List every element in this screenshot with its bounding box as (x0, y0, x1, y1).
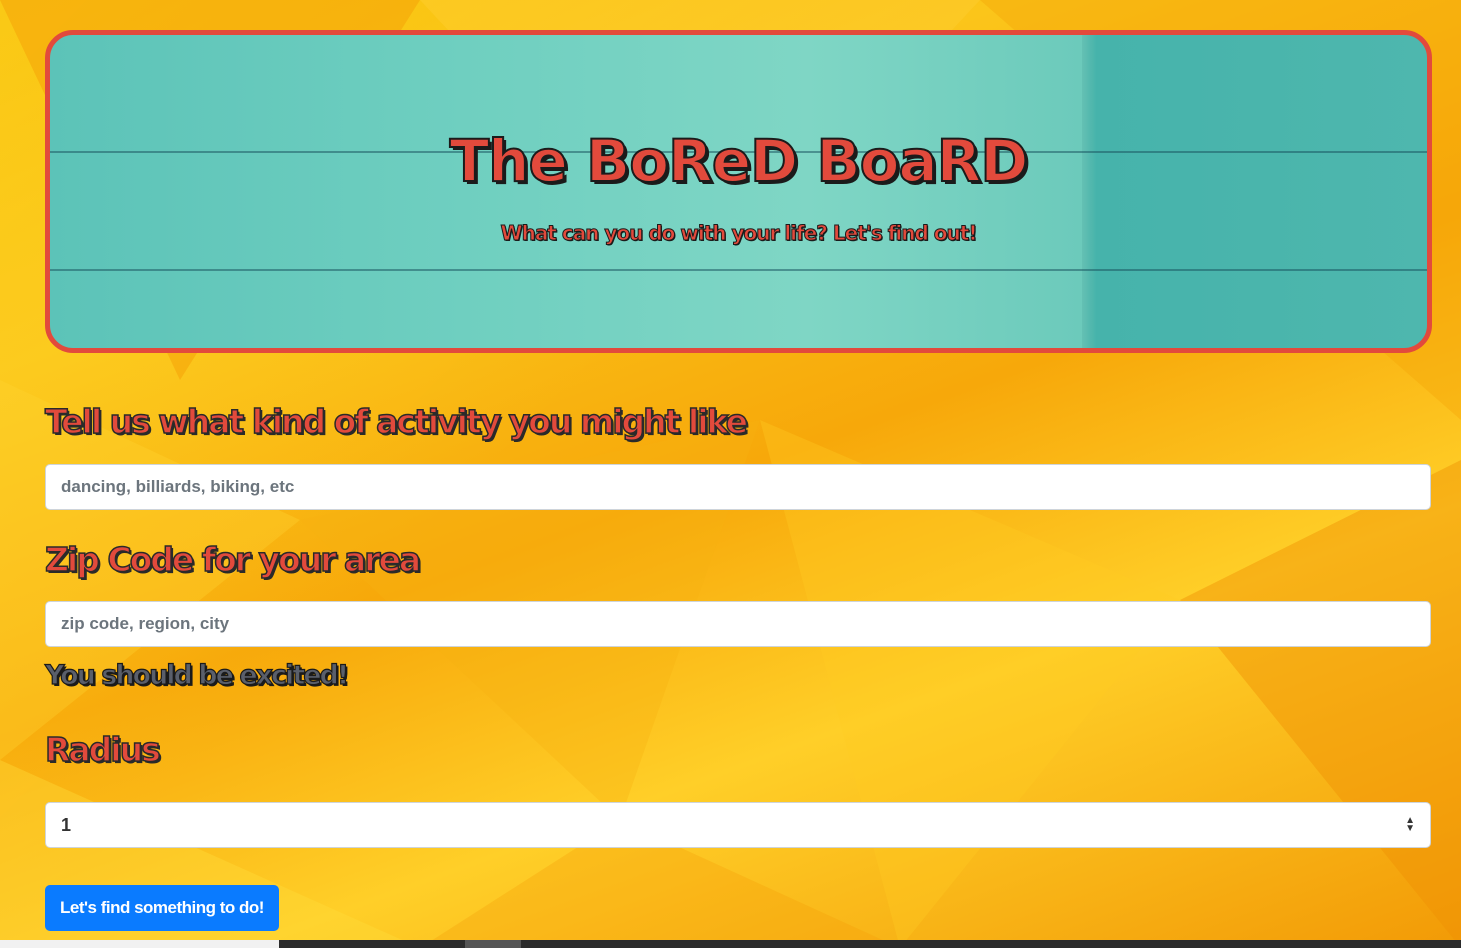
activity-label: Tell us what kind of activity you might … (44, 401, 748, 442)
zip-label: Zip Code for your area (44, 539, 422, 580)
page-title: The BoReD BoaRD (449, 126, 1030, 196)
scrollbar-corner (0, 940, 279, 948)
page-subtitle: What can you do with your life? Let's fi… (500, 221, 978, 246)
radius-label: Radius (44, 729, 161, 770)
horizontal-scrollbar[interactable] (279, 940, 1461, 948)
radius-value: 1 (61, 814, 72, 835)
hero-banner: The BoReD BoaRD What can you do with you… (45, 30, 1432, 353)
excitement-hint: You should be excited! (44, 659, 349, 691)
radius-select[interactable]: 1 ▲ ▼ (45, 802, 1431, 848)
select-arrows-icon: ▲ ▼ (1405, 815, 1415, 834)
submit-button[interactable]: Let's find something to do! (45, 885, 279, 931)
activity-input[interactable] (45, 464, 1431, 510)
scrollbar-thumb[interactable] (465, 940, 521, 948)
zip-input[interactable] (45, 601, 1431, 647)
